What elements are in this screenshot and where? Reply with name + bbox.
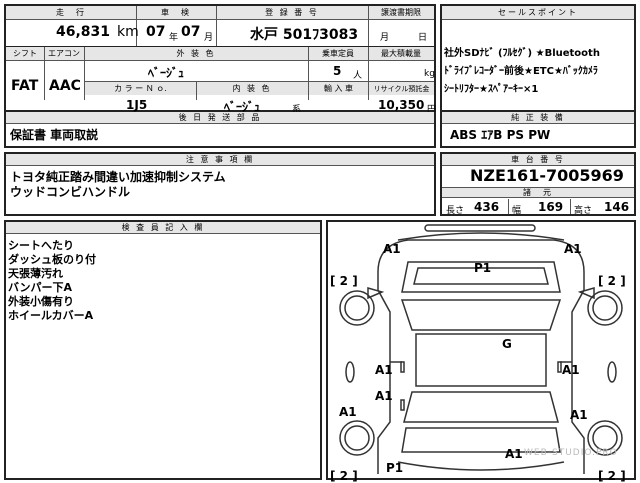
mark-a1-left-rear-door: A1 [375,389,393,403]
registration-value: 水戸 501ﾌ3083 [250,27,359,43]
shift-value: FAT [11,78,39,94]
color-no-value: 1J5 [126,98,148,112]
notes-section: 注 意 事 項 欄 トヨタ純正踏み間違い加速抑制システム ウッドコンビハンドル [4,152,436,216]
mark-a1-left-side: A1 [339,405,357,419]
capacity-label: 乗車定員 [308,47,368,61]
notes-label: 注 意 事 項 欄 [6,154,434,166]
chassis-value: NZE161-7005969 [470,166,624,185]
inspection-year-unit: 年 [169,33,179,43]
docs-label: 後 日 発 送 部 品 [6,112,434,124]
color-no-label: カ ラ ー Ｎ ｏ. [85,82,196,95]
capacity-unit: 人 [353,71,363,81]
mileage-unit: km [117,24,139,40]
watermark: WEB-STUDIO.PRO [524,448,618,458]
vehicle-info-table: 走 行 車 検 登 録 番 号 譲渡書期限 46,831 km 07 年 07 … [4,4,436,115]
equipment-section: 純 正 装 備 ABS ｴｱB PS PW [440,112,636,148]
height-value: 146 [604,200,630,214]
capacity-value: 5 [333,64,342,78]
ac-value: AAC [49,78,81,94]
height-label: 高さ [574,206,593,216]
mark-g-roof: G [502,337,512,351]
mark-a1-right-door: A1 [562,363,580,377]
transfer-label: 譲渡書期限 [368,6,434,20]
inspector-label: 検 査 員 記 入 欄 [6,222,320,234]
mileage-label: 走 行 [6,6,136,20]
sales-line: ﾄﾞﾗｲﾌﾞﾚｺｰﾀﾞｰ前後★ETC★ﾊﾞｯｸｶﾒﾗ [444,66,598,77]
recycle-value: 10,350 [378,98,425,112]
length-value: 436 [474,200,500,214]
mark-bracket-left-bottom: [ 2 ] [330,469,358,483]
dims-label: 諸 元 [442,187,634,198]
transfer-month: 月 [380,33,390,43]
chassis-section: 車 台 番 号 NZE161-7005969 諸 元 長さ 436 幅 169 … [440,152,636,216]
sales-line: 社外SDﾅﾋﾞ (ﾌﾙｾｸﾞ) ★Bluetooth [444,48,600,59]
ext-color-value: ﾍﾞｰｼﾞｭ [148,66,185,80]
damage-diagram: A1 A1 P1 [ 2 ] [ 2 ] G A1 A1 A1 A1 A1 A1… [326,220,636,483]
mark-bracket-right-top: [ 2 ] [598,274,626,288]
sales-point-section: セールスポイント 社外SDﾅﾋﾞ (ﾌﾙｾｸﾞ) ★Bluetooth ﾄﾞﾗｲ… [440,4,636,112]
inspection-label: 車 検 [136,6,216,20]
recycle-label: リサイクル預託金 [369,82,434,95]
mark-p1-front: P1 [474,261,492,275]
mark-a1-front-right: A1 [564,242,582,256]
equipment-value: ABS ｴｱB PS PW [450,128,551,142]
chassis-label: 車 台 番 号 [442,154,634,166]
docs-section: 後 日 発 送 部 品 保証書 車両取説 [4,112,436,148]
int-color-label: 内 装 色 [196,82,308,95]
mark-p1-rear: P1 [386,461,404,475]
inspection-month: 07 [181,24,201,40]
ext-color-label: 外 装 色 [84,47,308,61]
import-label: 輸 入 車 [309,82,368,95]
mark-a1-left-door: A1 [375,363,393,377]
width-label: 幅 [512,206,522,216]
load-label: 最大積載量 [368,47,434,61]
inspection-year: 07 [146,24,166,40]
registration-label: 登 録 番 号 [216,6,368,20]
length-label: 長さ [446,206,465,216]
docs-value: 保証書 車両取説 [10,128,99,142]
notes-line: ウッドコンビハンドル [10,185,131,199]
inspector-line: ホイールカバーA [8,309,94,322]
mark-a1-rear: A1 [505,447,523,461]
mileage-value: 46,831 [56,24,111,40]
mark-a1-front-left: A1 [383,242,401,256]
sales-line: ｼｰﾄﾘﾌﾀｰ★ｽﾍﾟｱｰｷｰ×1 [444,84,539,95]
equipment-label: 純 正 装 備 [442,112,634,124]
inspector-section: 検 査 員 記 入 欄 シートへたり ダッシュ板のり付 天張薄汚れ バンパー下A… [4,220,322,480]
sales-point-label: セールスポイント [442,6,634,20]
width-value: 169 [538,200,564,214]
transfer-day: 日 [418,33,428,43]
mark-bracket-right-bottom: [ 2 ] [598,469,626,483]
mark-a1-right-side: A1 [570,408,588,422]
load-unit: kg [424,69,435,79]
mark-bracket-left-top: [ 2 ] [330,274,358,288]
shift-label: シフト [6,47,44,61]
ac-label: エアコン [44,47,84,61]
inspection-month-unit: 月 [204,33,214,43]
